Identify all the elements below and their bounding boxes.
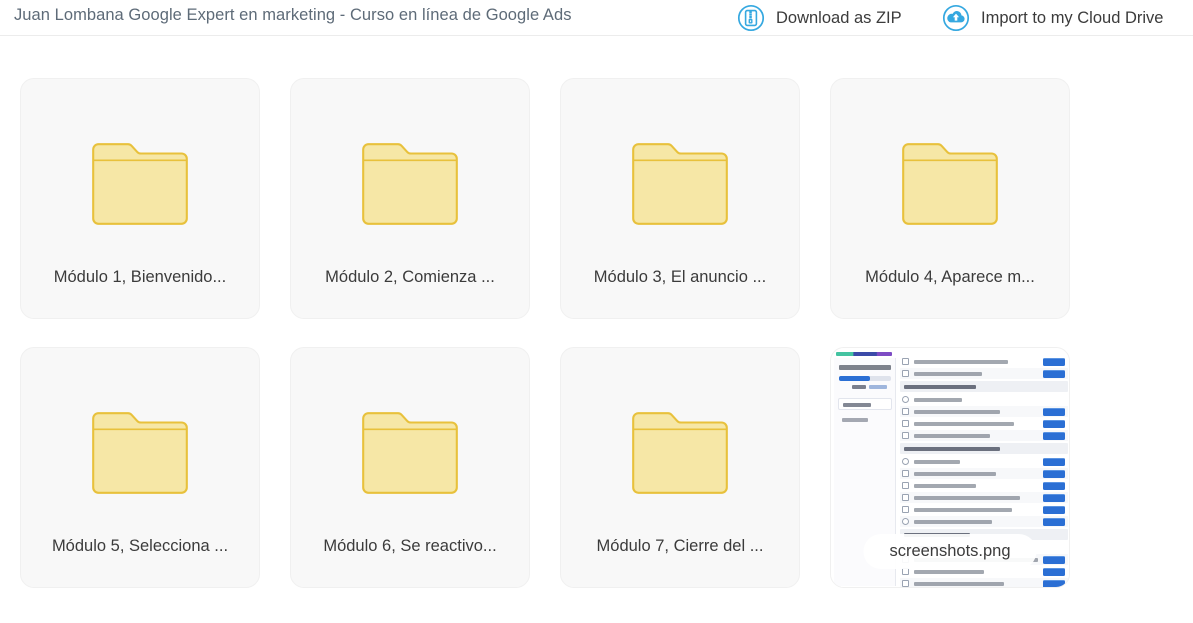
file-card-modulo-5[interactable]: Módulo 5, Selecciona ...	[20, 347, 260, 588]
thumbnail-progress-track	[839, 376, 891, 381]
file-card-label: screenshots.png	[889, 542, 1011, 560]
thumbnail-row	[900, 394, 1068, 405]
folder-icon	[561, 141, 799, 227]
file-grid: Módulo 1, Bienvenido... Módulo 2, Comien…	[0, 36, 1193, 623]
thumbnail-row	[900, 468, 1068, 479]
thumbnail-row	[900, 480, 1068, 491]
file-card-label: Módulo 3, El anuncio ...	[593, 268, 767, 286]
file-card-label: Módulo 2, Comienza ...	[325, 268, 495, 286]
import-to-cloud-drive-label: Import to my Cloud Drive	[981, 8, 1164, 27]
download-as-zip-label: Download as ZIP	[776, 8, 902, 27]
thumbnail-row	[900, 504, 1068, 515]
thumbnail-row	[900, 406, 1068, 417]
thumbnail-topbar	[836, 352, 892, 356]
thumbnail-section-header	[900, 443, 1068, 454]
file-card-label: Módulo 7, Cierre del ...	[596, 537, 764, 555]
file-card-label: Módulo 5, Selecciona ...	[51, 537, 229, 555]
file-card-modulo-1[interactable]: Módulo 1, Bienvenido...	[20, 78, 260, 319]
thumbnail-side-tab	[838, 398, 892, 410]
cloud-upload-icon	[942, 4, 970, 32]
thumbnail-row	[900, 516, 1068, 527]
folder-icon	[291, 410, 529, 496]
thumbnail-side-link	[842, 418, 868, 422]
thumbnail-row	[900, 578, 1068, 587]
zip-download-icon	[737, 4, 765, 32]
folder-icon	[561, 410, 799, 496]
file-card-modulo-7[interactable]: Módulo 7, Cierre del ...	[560, 347, 800, 588]
file-card-label: Módulo 4, Aparece m...	[865, 268, 1035, 286]
file-card-label-pill: screenshots.png	[863, 534, 1037, 569]
download-as-zip-button[interactable]: Download as ZIP	[737, 0, 902, 36]
folder-icon	[21, 141, 259, 227]
thumbnail-row	[900, 418, 1068, 429]
thumbnail-section-header	[900, 381, 1068, 392]
folder-icon	[831, 141, 1069, 227]
file-card-modulo-6[interactable]: Módulo 6, Se reactivo...	[290, 347, 530, 588]
file-card-label: Módulo 1, Bienvenido...	[53, 268, 227, 286]
file-card-modulo-2[interactable]: Módulo 2, Comienza ...	[290, 78, 530, 319]
file-card-modulo-4[interactable]: Módulo 4, Aparece m...	[830, 78, 1070, 319]
thumbnail-row	[900, 430, 1068, 441]
thumbnail-progress-pct	[852, 385, 866, 389]
page-title: Juan Lombana Google Expert en marketing …	[14, 6, 572, 24]
folder-icon	[291, 141, 529, 227]
thumbnail-progress-link	[869, 385, 887, 389]
thumbnail-progress-fill	[839, 376, 870, 381]
file-card-screenshots-png[interactable]: screenshots.png	[830, 347, 1070, 588]
thumbnail-row	[900, 368, 1068, 379]
file-card-modulo-3[interactable]: Módulo 3, El anuncio ...	[560, 78, 800, 319]
file-card-label: Módulo 6, Se reactivo...	[323, 537, 497, 555]
thumbnail-row	[900, 492, 1068, 503]
import-to-cloud-drive-button[interactable]: Import to my Cloud Drive	[942, 0, 1163, 36]
thumbnail-course-title	[839, 365, 891, 370]
thumbnail-row	[900, 456, 1068, 467]
header-bar: Juan Lombana Google Expert en marketing …	[0, 0, 1193, 36]
thumbnail-row	[900, 356, 1068, 367]
folder-icon	[21, 410, 259, 496]
